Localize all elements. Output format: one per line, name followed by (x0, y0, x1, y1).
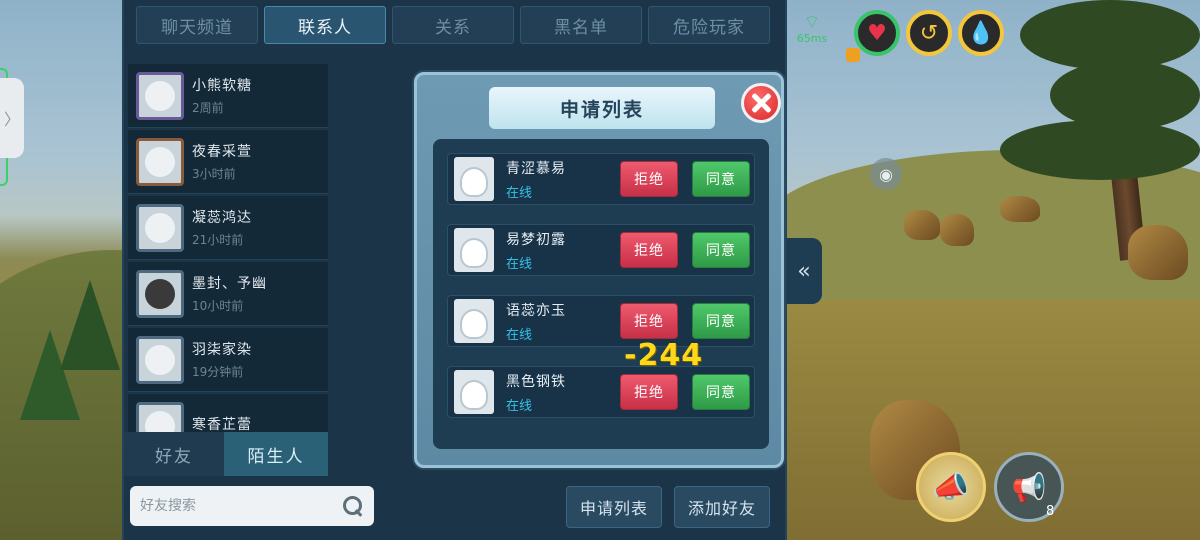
avatar (136, 269, 184, 318)
online-status: 在线 (506, 398, 533, 414)
rock (1000, 196, 1040, 222)
contact-name: 羽柒家染 (192, 342, 252, 358)
avatar (136, 137, 184, 186)
water-drop-icon: 💧 (967, 20, 995, 46)
contact-last-online: 21小时前 (192, 233, 244, 247)
contact-name: 夜春采萱 (192, 144, 252, 160)
tab-chat-channel[interactable]: 聊天频道 (136, 6, 258, 44)
panel-tabs: 聊天频道 联系人 关系 黑名单 危险玩家 (136, 6, 770, 44)
search-input[interactable] (140, 498, 342, 514)
stamina-icon: ↺ (919, 20, 939, 46)
accept-button[interactable]: 同意 (692, 303, 750, 339)
accept-button[interactable]: 同意 (692, 232, 750, 268)
close-icon (750, 92, 772, 114)
loudspeaker-count: 8 (1046, 504, 1055, 519)
avatar (136, 401, 184, 432)
avatar (136, 203, 184, 252)
list-item[interactable]: 夜春采萱 3小时前 (128, 130, 328, 194)
side-drawer-handle[interactable]: 〉 (0, 78, 24, 158)
tab-friends[interactable]: 好友 (124, 432, 224, 476)
tab-dangerous-players[interactable]: 危险玩家 (648, 6, 770, 44)
online-status: 在线 (506, 256, 533, 272)
tab-blacklist[interactable]: 黑名单 (520, 6, 642, 44)
request-row: 语蕊亦玉 在线 拒绝 同意 (447, 295, 755, 347)
rock (904, 210, 940, 240)
avatar (136, 335, 184, 384)
reject-button[interactable]: 拒绝 (620, 161, 678, 197)
list-item[interactable]: 寒香芷蕾 (128, 394, 328, 432)
floating-damage-number: -244 (624, 338, 704, 373)
requester-name: 青涩慕易 (506, 160, 566, 177)
list-item[interactable]: 凝蕊鸿达 21小时前 (128, 196, 328, 260)
friend-search (130, 486, 374, 526)
network-indicator: ⌔ 65ms (796, 12, 828, 46)
avatar (454, 157, 494, 201)
accept-button[interactable]: 同意 (692, 374, 750, 410)
rock (940, 214, 974, 246)
requester-name: 易梦初露 (506, 231, 566, 248)
tree-foliage (1020, 0, 1200, 70)
tree-foliage (1000, 120, 1200, 180)
accept-button[interactable]: 同意 (692, 161, 750, 197)
contact-last-online: 2周前 (192, 101, 224, 115)
contact-last-online: 10小时前 (192, 299, 244, 313)
avatar (136, 71, 184, 120)
ping-value: 65ms (796, 32, 828, 45)
online-status: 在线 (506, 185, 533, 201)
list-item[interactable]: 墨封、予幽 10小时前 (128, 262, 328, 326)
dialog-title: 申请列表 (489, 87, 715, 129)
avatar (454, 370, 494, 414)
friend-type-tabs: 好友 陌生人 (124, 432, 328, 476)
request-list-button[interactable]: 申请列表 (566, 486, 662, 528)
stamina-gauge: ↺ (906, 10, 952, 56)
contact-name: 寒香芷蕾 (192, 416, 252, 433)
contact-name: 凝蕊鸿达 (192, 210, 252, 226)
megaphone-icon[interactable]: 📣 (916, 452, 986, 522)
health-gauge: ♥ (854, 10, 900, 56)
wifi-icon: ⌔ (803, 12, 821, 33)
contact-last-online: 3小时前 (192, 167, 236, 181)
contact-last-online: 19分钟前 (192, 365, 244, 379)
request-list-dialog: ❖ ❖ 申请列表 青涩慕易 在线 拒绝 同意 易梦初露 在线 拒绝 同意 (414, 72, 784, 468)
contact-name: 小熊软糖 (192, 78, 252, 94)
eye-icon[interactable]: ◉ (870, 158, 902, 190)
tab-strangers[interactable]: 陌生人 (224, 432, 328, 476)
tree-foliage (1050, 60, 1200, 130)
list-item[interactable]: 羽柒家染 19分钟前 (128, 328, 328, 392)
contact-list[interactable]: 小熊软糖 2周前 夜春采萱 3小时前 凝蕊鸿达 21小时前 墨封、予幽 10小时… (128, 64, 328, 432)
request-list: 青涩慕易 在线 拒绝 同意 易梦初露 在线 拒绝 同意 语蕊亦玉 在线 拒绝 同… (433, 139, 769, 449)
double-chevron-left-icon: « (797, 258, 811, 284)
rock (1128, 225, 1188, 280)
close-button[interactable] (741, 83, 781, 123)
tab-contacts[interactable]: 联系人 (264, 6, 386, 44)
search-icon[interactable] (342, 495, 364, 517)
request-row: 黑色钢铁 在线 拒绝 同意 (447, 366, 755, 418)
contact-name: 墨封、予幽 (192, 276, 267, 292)
collapse-panel-button[interactable]: « (786, 238, 822, 304)
requester-name: 黑色钢铁 (506, 373, 566, 390)
request-row: 易梦初露 在线 拒绝 同意 (447, 224, 755, 276)
requester-name: 语蕊亦玉 (506, 302, 566, 319)
add-friend-button[interactable]: 添加好友 (674, 486, 770, 528)
shield-icon (846, 48, 860, 62)
reject-button[interactable]: 拒绝 (620, 374, 678, 410)
avatar (454, 299, 494, 343)
online-status: 在线 (506, 327, 533, 343)
pine-tree (60, 280, 120, 370)
heart-icon: ♥ (867, 20, 887, 46)
reject-button[interactable]: 拒绝 (620, 303, 678, 339)
avatar (454, 228, 494, 272)
request-row: 青涩慕易 在线 拒绝 同意 (447, 153, 755, 205)
tab-relationship[interactable]: 关系 (392, 6, 514, 44)
list-item[interactable]: 小熊软糖 2周前 (128, 64, 328, 128)
chevron-right-icon: 〉 (3, 110, 20, 129)
water-gauge: 💧 (958, 10, 1004, 56)
reject-button[interactable]: 拒绝 (620, 232, 678, 268)
